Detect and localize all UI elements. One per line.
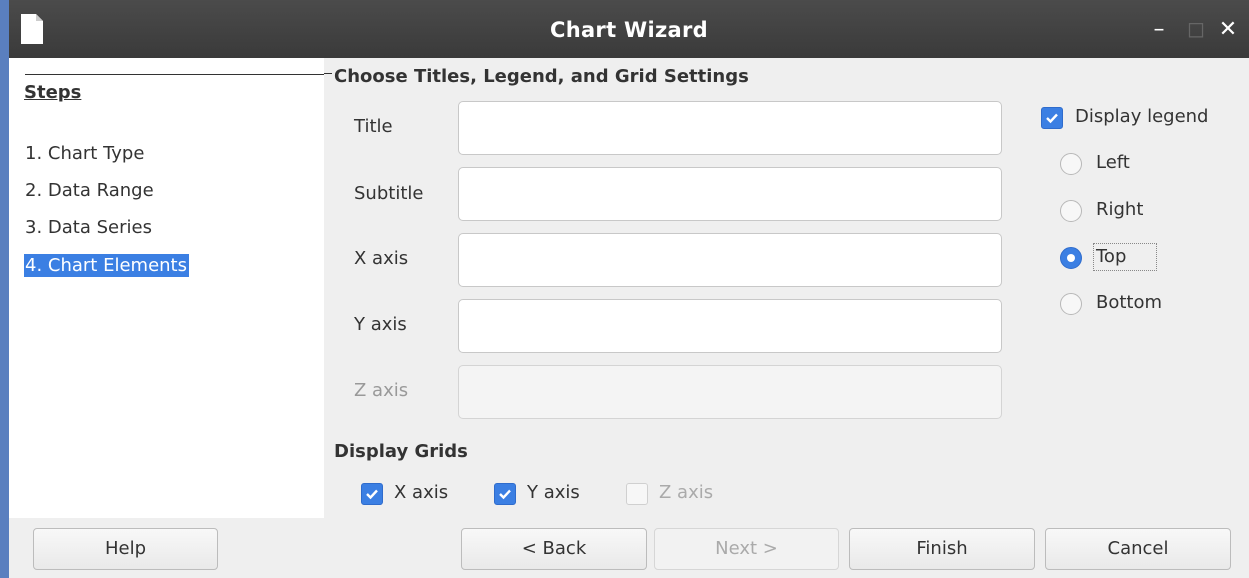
- x-axis-title-input[interactable]: [458, 233, 1002, 287]
- checkmark-icon: [1046, 113, 1058, 124]
- legend-bottom-radio[interactable]: [1060, 293, 1082, 315]
- z-axis-grid-label: Z axis: [659, 482, 714, 503]
- cancel-button[interactable]: Cancel: [1045, 528, 1231, 570]
- legend-bottom-label: Bottom: [1096, 292, 1163, 313]
- x-axis-grid-checkbox[interactable]: [361, 483, 383, 505]
- display-legend-label: Display legend: [1075, 106, 1209, 127]
- step-chart-elements[interactable]: 4. Chart Elements: [24, 254, 189, 277]
- help-button[interactable]: Help: [33, 528, 218, 570]
- finish-button[interactable]: Finish: [849, 528, 1035, 570]
- x-axis-title-label: X axis: [354, 248, 409, 269]
- legend-top-label: Top: [1093, 243, 1158, 271]
- chart-wizard-dialog: Chart Wizard – ◻ ✕ Steps 1. Chart Type 2…: [9, 0, 1249, 578]
- legend-left-label: Left: [1096, 152, 1130, 173]
- display-grids-heading: Display Grids: [334, 441, 468, 462]
- step-data-series[interactable]: 3. Data Series: [24, 216, 154, 239]
- legend-left-radio[interactable]: [1060, 153, 1082, 175]
- step-chart-type[interactable]: 1. Chart Type: [24, 142, 146, 165]
- close-icon[interactable]: ✕: [1215, 14, 1241, 44]
- maximize-icon[interactable]: ◻: [1183, 14, 1209, 44]
- legend-right-radio[interactable]: [1060, 200, 1082, 222]
- steps-divider: [25, 74, 324, 75]
- subtitle-input[interactable]: [458, 167, 1002, 221]
- title-bar[interactable]: Chart Wizard – ◻ ✕: [9, 0, 1249, 58]
- y-axis-grid-checkbox[interactable]: [494, 483, 516, 505]
- z-axis-grid-checkbox: [626, 483, 648, 505]
- minimize-icon[interactable]: –: [1146, 14, 1172, 44]
- steps-panel: Steps 1. Chart Type 2. Data Range 3. Dat…: [9, 58, 324, 518]
- legend-top-radio[interactable]: [1060, 247, 1082, 269]
- title-input[interactable]: [458, 101, 1002, 155]
- title-label: Title: [354, 116, 393, 137]
- subtitle-label: Subtitle: [354, 183, 424, 204]
- checkmark-icon: [499, 489, 511, 500]
- z-axis-title-label: Z axis: [354, 380, 409, 401]
- step-data-range[interactable]: 2. Data Range: [24, 179, 156, 202]
- display-legend-checkbox[interactable]: [1041, 107, 1063, 129]
- x-axis-grid-label: X axis: [394, 482, 449, 503]
- y-axis-title-label: Y axis: [354, 314, 407, 335]
- back-button[interactable]: < Back: [461, 528, 647, 570]
- z-axis-title-input: [458, 365, 1002, 419]
- steps-heading: Steps: [24, 82, 82, 103]
- next-button: Next >: [654, 528, 839, 570]
- checkmark-icon: [366, 489, 378, 500]
- y-axis-grid-label: Y axis: [527, 482, 580, 503]
- legend-right-label: Right: [1096, 199, 1144, 220]
- window-title: Chart Wizard: [550, 18, 708, 42]
- section-divider: [324, 73, 332, 74]
- titles-section-heading: Choose Titles, Legend, and Grid Settings: [334, 66, 749, 87]
- y-axis-title-input[interactable]: [458, 299, 1002, 353]
